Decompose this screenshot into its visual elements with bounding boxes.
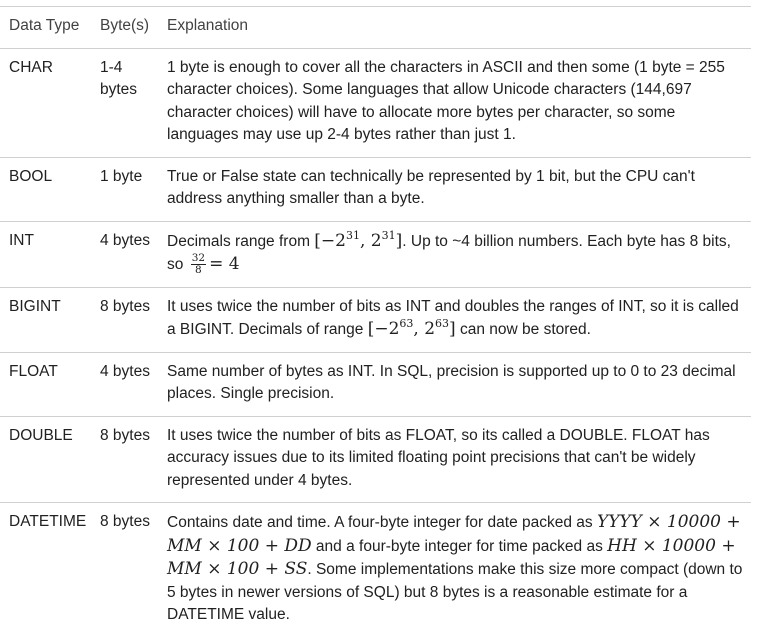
explanation-cell: Contains date and time. A four-byte inte…: [158, 503, 751, 637]
header-explanation: Explanation: [158, 6, 751, 49]
header-row: Data Type Byte(s) Explanation: [0, 6, 751, 49]
equals-formula: = 4: [209, 254, 240, 274]
explanation-cell: It uses twice the number of bits as FLOA…: [158, 416, 751, 503]
explanation-cell: Decimals range from [−231, 231]. Up to ~…: [158, 221, 751, 288]
table-row: DATETIME 8 bytes Contains date and time.…: [0, 503, 751, 637]
explanation-cell: Same number of bytes as INT. In SQL, pre…: [158, 352, 751, 417]
type-cell: INT: [0, 221, 91, 288]
range-formula: [−263, 263]: [367, 317, 456, 339]
table-row: INT 4 bytes Decimals range from [−231, 2…: [0, 221, 751, 288]
type-cell: FLOAT: [0, 352, 91, 417]
bytes-cell: 1 byte: [91, 157, 158, 222]
bytes-cell: 8 bytes: [91, 416, 158, 503]
range-formula: [−231, 231]: [314, 228, 403, 251]
bytes-cell: 4 bytes: [91, 221, 158, 288]
table-row: BIGINT 8 bytes It uses twice the number …: [0, 287, 751, 353]
explanation-text: can now be stored.: [455, 321, 591, 338]
table-row: FLOAT 4 bytes Same number of bytes as IN…: [0, 352, 751, 417]
explanation-cell: True or False state can technically be r…: [158, 157, 751, 222]
explanation-text: Contains date and time. A four-byte inte…: [167, 514, 597, 531]
header-bytes: Byte(s): [91, 6, 158, 49]
table-row: CHAR 1-4 bytes 1 byte is enough to cover…: [0, 48, 751, 158]
type-cell: BOOL: [0, 157, 91, 222]
type-cell: CHAR: [0, 48, 91, 158]
explanation-text: It uses twice the number of bits as FLOA…: [167, 426, 710, 489]
explanation-text: Same number of bytes as INT. In SQL, pre…: [167, 362, 736, 403]
bytes-cell: 4 bytes: [91, 352, 158, 417]
fraction: 32 8: [190, 252, 207, 277]
explanation-text: Decimals range from: [167, 232, 315, 250]
bytes-cell: 1-4 bytes: [91, 48, 158, 158]
type-cell: BIGINT: [0, 287, 91, 353]
table-row: BOOL 1 byte True or False state can tech…: [0, 157, 751, 222]
bytes-cell: 8 bytes: [100, 513, 150, 530]
explanation-text: True or False state can technically be r…: [167, 167, 695, 208]
explanation-text: and a four-byte integer for time packed …: [311, 537, 608, 555]
data-types-table: Data Type Byte(s) Explanation CHAR 1-4 b…: [0, 6, 751, 637]
explanation-cell: It uses twice the number of bits as INT …: [158, 287, 751, 353]
bytes-cell: 8 bytes: [91, 287, 158, 353]
explanation-text: 1 byte is enough to cover all the charac…: [167, 58, 725, 144]
explanation-cell: 1 byte is enough to cover all the charac…: [158, 48, 751, 158]
type-cell: DATETIME: [9, 513, 87, 530]
header-data-type: Data Type: [0, 6, 91, 49]
table-row: DOUBLE 8 bytes It uses twice the number …: [0, 416, 751, 503]
type-cell: DOUBLE: [0, 416, 91, 503]
